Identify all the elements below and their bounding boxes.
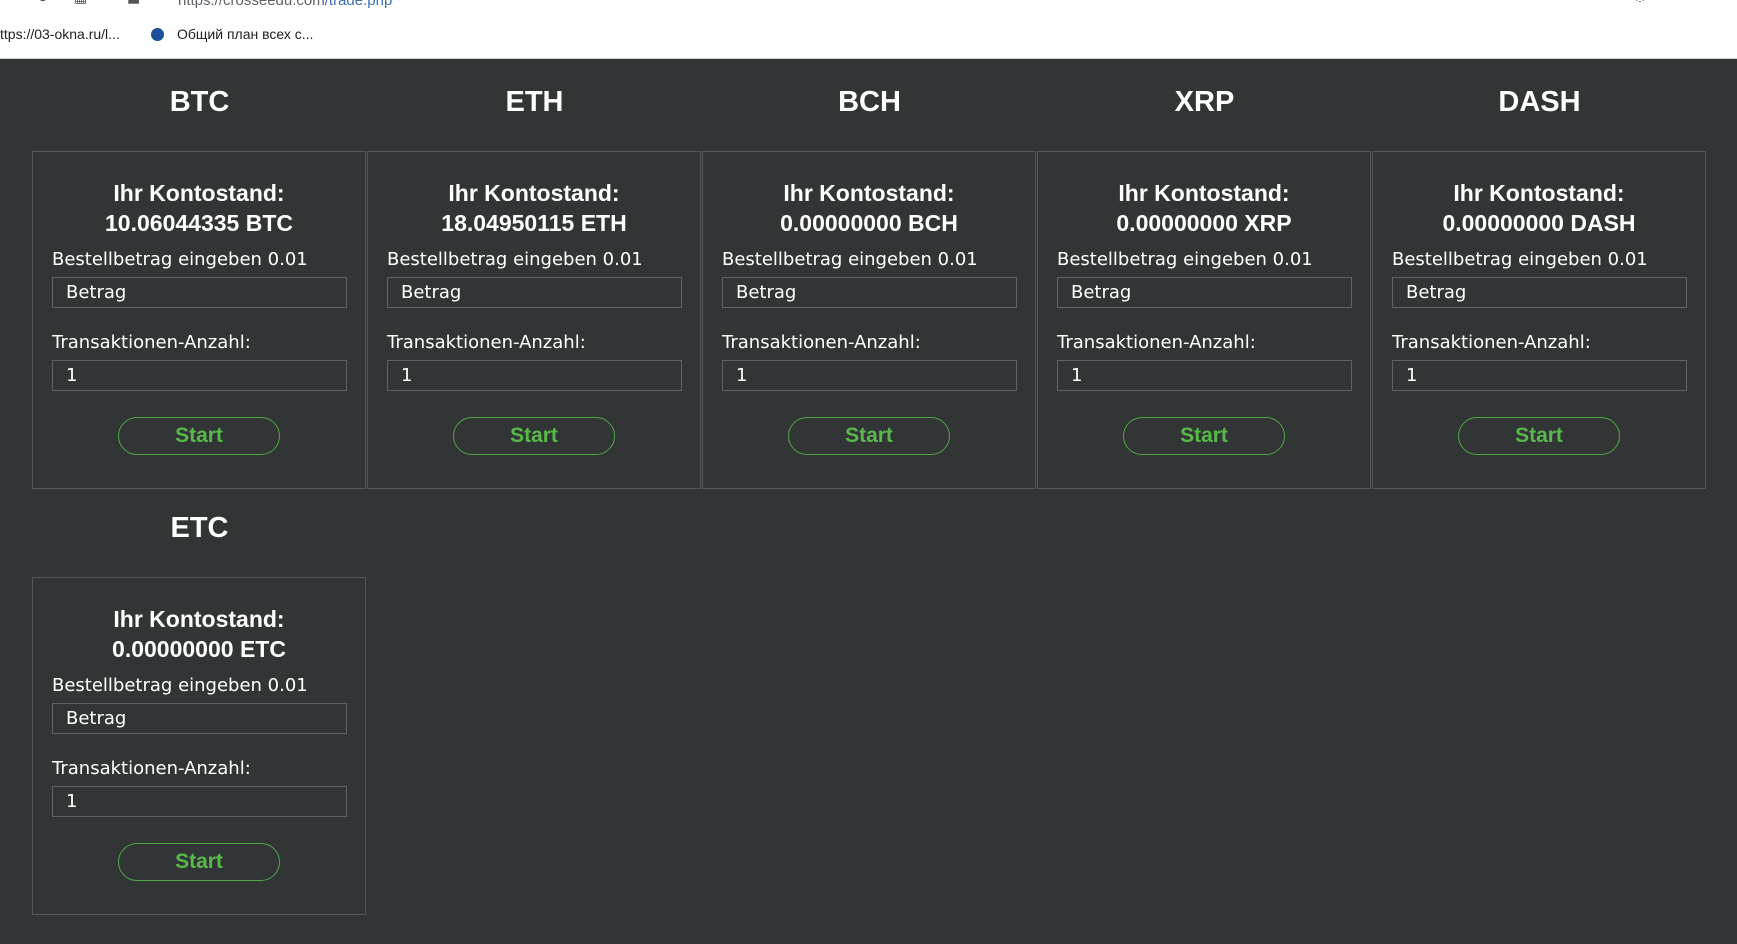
balance-label: Ihr Kontostand: bbox=[113, 606, 285, 632]
tx-count-label: Transaktionen-Anzahl: bbox=[387, 332, 586, 353]
tx-count-input[interactable]: 1 bbox=[52, 360, 347, 391]
coin-title: BTC bbox=[169, 86, 230, 118]
bookmark-favicon bbox=[151, 28, 164, 41]
trade-card: Ihr Kontostand: 0.00000000 XRP Bestellbetr… bbox=[1037, 151, 1371, 489]
balance-value: 0.00000000 BCH bbox=[780, 210, 958, 236]
url-path: /trade.php bbox=[324, 0, 393, 9]
url-host: https://crosseedu.com bbox=[178, 0, 325, 9]
amount-label: Bestellbetrag eingeben 0.01 bbox=[1057, 249, 1313, 270]
tx-count-input[interactable]: 1 bbox=[387, 360, 682, 391]
tabs-icon[interactable]: ▦ bbox=[74, 0, 87, 6]
balance-label: Ihr Kontostand: bbox=[783, 180, 955, 206]
balance-block: Ihr Kontostand: 0.00000000 ETC bbox=[33, 604, 365, 664]
bookmark-item[interactable]: Общий план всех с... bbox=[151, 26, 313, 42]
url-text[interactable]: https://crosseedu.com/trade.php bbox=[178, 0, 392, 9]
coin-title: XRP bbox=[1174, 86, 1235, 118]
back-icon[interactable]: ⟳ bbox=[38, 0, 50, 6]
amount-input[interactable]: Betrag bbox=[52, 277, 347, 308]
start-button[interactable]: Start bbox=[1458, 417, 1620, 455]
start-button[interactable]: Start bbox=[118, 843, 280, 881]
amount-input[interactable]: Betrag bbox=[1057, 277, 1352, 308]
bookmarks-bar: ttps://03-okna.ru/l... Общий план всех с… bbox=[0, 26, 1737, 48]
balance-value: 0.00000000 XRP bbox=[1116, 210, 1292, 236]
balance-block: Ihr Kontostand: 10.06044335 BTC bbox=[33, 178, 365, 238]
trade-card: Ihr Kontostand: 10.06044335 BTC Bestellbet… bbox=[32, 151, 366, 489]
tx-count-input[interactable]: 1 bbox=[722, 360, 1017, 391]
balance-block: Ihr Kontostand: 0.00000000 XRP bbox=[1038, 178, 1370, 238]
amount-label: Bestellbetrag eingeben 0.01 bbox=[387, 249, 643, 270]
tx-count-label: Transaktionen-Anzahl: bbox=[1392, 332, 1591, 353]
coin-title: ETC bbox=[170, 512, 229, 544]
amount-input[interactable]: Betrag bbox=[52, 703, 347, 734]
start-button[interactable]: Start bbox=[788, 417, 950, 455]
balance-value: 10.06044335 BTC bbox=[105, 210, 293, 236]
amount-label: Bestellbetrag eingeben 0.01 bbox=[52, 249, 308, 270]
tx-count-input[interactable]: 1 bbox=[1392, 360, 1687, 391]
balance-label: Ihr Kontostand: bbox=[113, 180, 285, 206]
amount-input[interactable]: Betrag bbox=[1392, 277, 1687, 308]
balance-value: 18.04950115 ETH bbox=[441, 210, 627, 236]
coin-title: ETH bbox=[505, 86, 564, 118]
lock-icon: ■ bbox=[127, 0, 140, 6]
coin-title: BCH bbox=[838, 86, 901, 118]
tx-count-label: Transaktionen-Anzahl: bbox=[52, 758, 251, 779]
balance-label: Ihr Kontostand: bbox=[448, 180, 620, 206]
balance-block: Ihr Kontostand: 18.04950115 ETH bbox=[368, 178, 700, 238]
bookmark-item[interactable]: ttps://03-okna.ru/l... bbox=[0, 26, 120, 42]
browser-chrome: ⟳ ▦ ■ https://crosseedu.com/trade.php ☐ … bbox=[0, 0, 1737, 59]
tx-count-input[interactable]: 1 bbox=[52, 786, 347, 817]
tx-count-input[interactable]: 1 bbox=[1057, 360, 1352, 391]
coin-title: DASH bbox=[1498, 86, 1581, 118]
tx-count-label: Transaktionen-Anzahl: bbox=[52, 332, 251, 353]
start-button[interactable]: Start bbox=[1123, 417, 1285, 455]
amount-input[interactable]: Betrag bbox=[387, 277, 682, 308]
bookmark-label: Общий план всех с... bbox=[177, 26, 314, 42]
balance-value: 0.00000000 ETC bbox=[112, 636, 286, 662]
toolbar-icons[interactable]: ☐ ♡ ➤ ♡ ⋯ ⛟ ◌ bbox=[1518, 0, 1646, 6]
address-bar[interactable]: ⟳ ▦ ■ https://crosseedu.com/trade.php ☐ … bbox=[0, 0, 1737, 10]
start-button[interactable]: Start bbox=[453, 417, 615, 455]
start-button[interactable]: Start bbox=[118, 417, 280, 455]
amount-label: Bestellbetrag eingeben 0.01 bbox=[722, 249, 978, 270]
balance-value: 0.00000000 DASH bbox=[1442, 210, 1636, 236]
amount-input[interactable]: Betrag bbox=[722, 277, 1017, 308]
trade-card: Ihr Kontostand: 0.00000000 ETC Bestellbetr… bbox=[32, 577, 366, 915]
trade-card: Ihr Kontostand: 0.00000000 BCH Bestellbetr… bbox=[702, 151, 1036, 489]
tx-count-label: Transaktionen-Anzahl: bbox=[1057, 332, 1256, 353]
amount-label: Bestellbetrag eingeben 0.01 bbox=[1392, 249, 1648, 270]
balance-block: Ihr Kontostand: 0.00000000 BCH bbox=[703, 178, 1035, 238]
trade-card: Ihr Kontostand: 18.04950115 ETH Bestellbet… bbox=[367, 151, 701, 489]
trade-card: Ihr Kontostand: 0.00000000 DASH Bestellbet… bbox=[1372, 151, 1706, 489]
balance-block: Ihr Kontostand: 0.00000000 DASH bbox=[1373, 178, 1705, 238]
balance-label: Ihr Kontostand: bbox=[1118, 180, 1290, 206]
tx-count-label: Transaktionen-Anzahl: bbox=[722, 332, 921, 353]
balance-label: Ihr Kontostand: bbox=[1453, 180, 1625, 206]
amount-label: Bestellbetrag eingeben 0.01 bbox=[52, 675, 308, 696]
